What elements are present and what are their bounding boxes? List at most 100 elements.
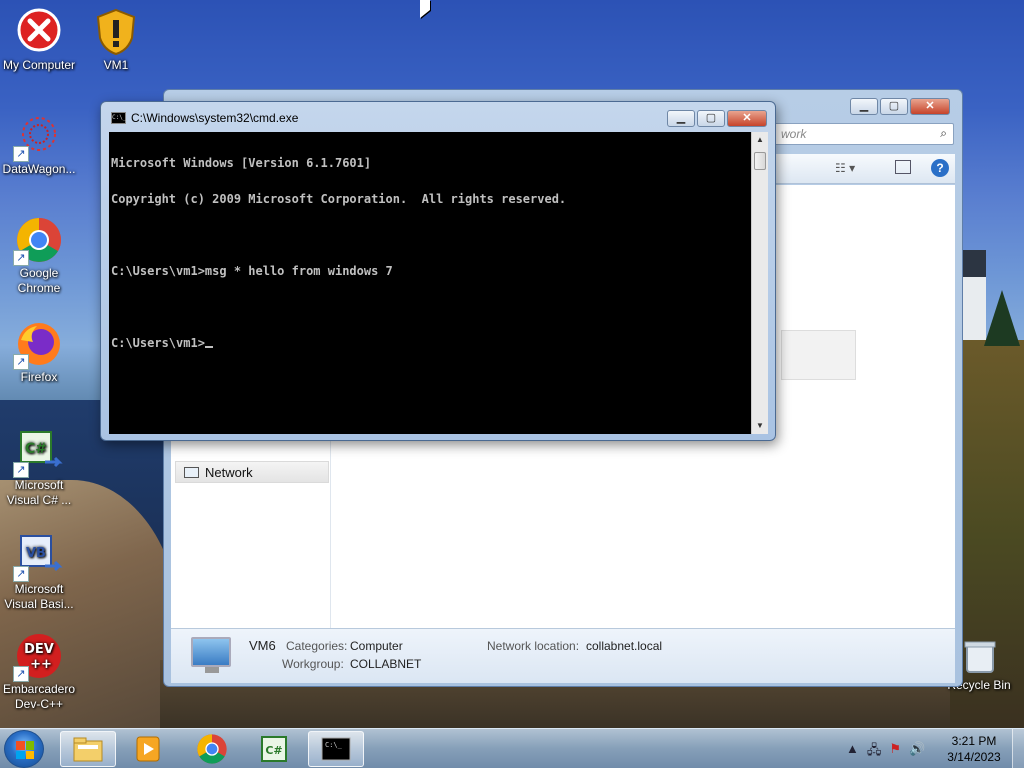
maximize-button[interactable]: ▢: [880, 98, 908, 115]
volume-icon[interactable]: 🔊: [909, 741, 925, 763]
search-input[interactable]: work ⌕: [774, 123, 954, 145]
network-location-label: Network location:: [487, 639, 580, 653]
vertical-scrollbar[interactable]: ▲ ▼: [751, 132, 768, 434]
svg-text:++: ++: [30, 657, 52, 672]
scrollbar-thumb[interactable]: [754, 152, 766, 170]
computer-name: VM6: [249, 638, 276, 653]
console-line: C:\Users\vm1>msg * hello from windows 7: [111, 264, 393, 278]
window-controls: ▁ ▢ ✕: [850, 98, 950, 115]
taskbar-media-player[interactable]: [120, 731, 176, 767]
window-controls: ▁ ▢ ✕: [667, 110, 767, 127]
workgroup-label: Workgroup:: [282, 657, 344, 671]
desktop-icon-my-computer[interactable]: My Computer: [0, 8, 78, 73]
start-button[interactable]: [4, 730, 44, 768]
prompt-line[interactable]: C:\Users\vm1>: [111, 337, 749, 349]
taskbar-chrome[interactable]: [184, 731, 240, 767]
error-x-icon: [15, 8, 63, 56]
clock-date: 3/14/2023: [947, 750, 1001, 764]
recycle-bin-icon: [959, 636, 999, 676]
shortcut-arrow-icon: ↗: [13, 666, 29, 682]
desktop-icon-vm1[interactable]: VM1: [77, 8, 155, 73]
desktop-icon-label: DataWagon...: [2, 162, 76, 176]
nav-item-network[interactable]: Network: [175, 461, 329, 483]
console-prompt: C:\Users\vm1>: [111, 336, 205, 350]
shortcut-arrow-icon: ↗: [13, 566, 29, 582]
svg-text:C:\_: C:\_: [325, 741, 343, 749]
desktop-icon-devcpp[interactable]: DEV ++ ↗ Embarcadero Dev-C++: [0, 632, 78, 712]
desktop-icon-visual-basic[interactable]: VB ↗ Microsoft Visual Basi...: [0, 532, 78, 612]
taskbar-cmd[interactable]: C:\_: [308, 731, 364, 767]
desktop-icon-label: Embarcadero Dev-C++: [2, 682, 76, 711]
window-title: C:\Windows\system32\cmd.exe: [131, 111, 299, 125]
preview-pane-icon[interactable]: [895, 160, 911, 174]
search-icon: ⌕: [940, 126, 947, 140]
clock[interactable]: 3:21 PM 3/14/2023: [944, 733, 1004, 765]
shortcut-arrow-icon: ↗: [13, 462, 29, 478]
show-hidden-icons-icon[interactable]: ▲: [846, 741, 859, 763]
action-center-icon[interactable]: ⚑: [889, 741, 901, 763]
desktop-icon-label: Firefox: [20, 370, 58, 384]
categories-label: Categories:: [286, 639, 348, 653]
details-pane: VM6 Categories: Computer Workgroup: COLL…: [171, 628, 955, 683]
cmd-window[interactable]: C:\_ C:\Windows\system32\cmd.exe ▁ ▢ ✕ M…: [100, 101, 776, 441]
desktop-icon-firefox[interactable]: ↗ Firefox: [0, 320, 78, 385]
taskbar-visual-csharp[interactable]: C#: [246, 731, 302, 767]
nav-item-label: Network: [205, 465, 253, 480]
network-location-value: collabnet.local: [586, 639, 663, 653]
scroll-down-arrow-icon[interactable]: ▼: [752, 418, 768, 434]
desktop-icon-label: Google Chrome: [17, 266, 61, 295]
workgroup-value: COLLABNET: [350, 657, 422, 671]
visual-basic-icon: VB ↗: [13, 532, 63, 582]
desktop-icon-datawagon[interactable]: ↗ DataWagon...: [0, 112, 78, 177]
firefox-icon: ↗: [13, 320, 63, 370]
svg-text:C#: C#: [25, 441, 47, 457]
text-cursor: [204, 346, 213, 348]
shortcut-arrow-icon: ↗: [13, 354, 29, 370]
folder-icon: [73, 737, 103, 762]
desktop-icon-label: Microsoft Visual Basi...: [4, 582, 74, 611]
desktop-icon-chrome[interactable]: ↗ Google Chrome: [0, 216, 78, 296]
svg-text:DEV: DEV: [24, 642, 54, 657]
content-item[interactable]: [781, 330, 856, 380]
clock-time: 3:21 PM: [951, 734, 997, 748]
minimize-button[interactable]: ▁: [850, 98, 878, 115]
desktop-icon-label: VM1: [103, 58, 129, 72]
csharp-icon: C#: [261, 736, 287, 762]
cmd-icon: C:\_: [111, 112, 126, 124]
windows-logo-icon: [16, 741, 34, 759]
devcpp-icon: DEV ++ ↗: [13, 632, 63, 682]
help-icon[interactable]: ?: [931, 159, 949, 177]
search-placeholder: work: [781, 127, 807, 141]
wallpaper-tree: [984, 290, 1020, 346]
close-button[interactable]: ✕: [727, 110, 767, 127]
taskbar: C# C:\_ ▲ 🖧 ⚑ 🔊 3:21 PM 3/14/2023: [0, 728, 1024, 768]
console-line: Microsoft Windows [Version 6.1.7601]: [111, 156, 372, 170]
chrome-icon: [197, 734, 227, 764]
system-tray: ▲ 🖧 ⚑ 🔊: [846, 741, 925, 763]
computer-icon: [191, 637, 231, 667]
csharp-icon: C# ↗: [13, 428, 63, 478]
console-line: Copyright (c) 2009 Microsoft Corporation…: [111, 192, 567, 206]
taskbar-explorer[interactable]: [60, 731, 116, 767]
view-options-icon[interactable]: ☷ ▾: [835, 161, 855, 175]
shortcut-arrow-icon: ↗: [13, 250, 29, 266]
shortcut-arrow-icon: ↗: [13, 146, 29, 162]
show-desktop-button[interactable]: [1012, 729, 1024, 768]
desktop-icon-label: Microsoft Visual C# ...: [6, 478, 72, 507]
scroll-up-arrow-icon[interactable]: ▲: [752, 132, 768, 148]
svg-text:C#: C#: [265, 744, 282, 757]
desktop-icon-label: My Computer: [2, 58, 76, 72]
chrome-icon: ↗: [13, 216, 63, 266]
mouse-pointer-icon: [420, 0, 430, 18]
categories-value: Computer: [350, 639, 403, 653]
maximize-button[interactable]: ▢: [697, 110, 725, 127]
datawagon-icon: ↗: [13, 112, 63, 162]
computer-stand: [205, 667, 219, 673]
close-button[interactable]: ✕: [910, 98, 950, 115]
desktop-icon-visual-csharp[interactable]: C# ↗ Microsoft Visual C# ...: [0, 428, 78, 508]
console-output[interactable]: Microsoft Windows [Version 6.1.7601] Cop…: [109, 132, 751, 434]
minimize-button[interactable]: ▁: [667, 110, 695, 127]
network-tray-icon[interactable]: 🖧: [867, 741, 882, 763]
